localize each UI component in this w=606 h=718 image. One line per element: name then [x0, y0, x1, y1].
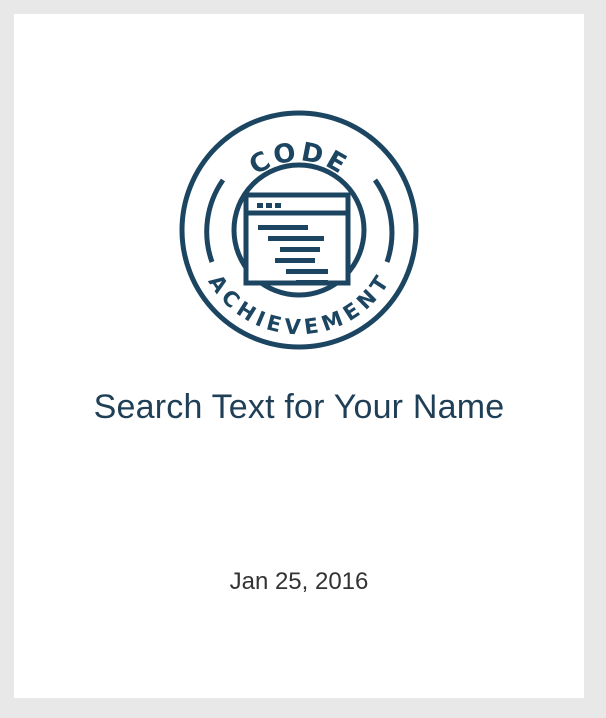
code-achievement-badge: CODE ACHIEVEMENT — [179, 110, 419, 350]
middle-arc-right — [372, 178, 395, 263]
achievement-date: Jan 25, 2016 — [229, 568, 369, 595]
achievement-title: Search Text for Your Name — [93, 388, 505, 426]
achievement-card: CODE ACHIEVEMENT Search Text for Your Na… — [14, 14, 584, 698]
badge-graphic: CODE ACHIEVEMENT — [179, 110, 419, 350]
badge-top-text: CODE — [244, 137, 353, 181]
middle-arc-left — [204, 178, 226, 263]
